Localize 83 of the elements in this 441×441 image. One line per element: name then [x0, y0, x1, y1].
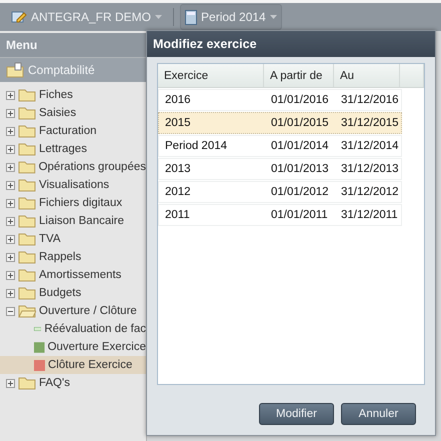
- table-cell-text: 01/01/2016: [270, 93, 330, 108]
- folder-icon: [18, 178, 36, 192]
- tree-item[interactable]: FAQ's: [0, 374, 146, 392]
- folder-icon: [18, 142, 36, 156]
- expand-icon[interactable]: [6, 198, 15, 208]
- tree-item[interactable]: Liaison Bancaire: [0, 212, 146, 230]
- folder-icon: [18, 196, 36, 210]
- expand-icon[interactable]: [6, 270, 15, 280]
- expand-icon[interactable]: [6, 90, 15, 100]
- table-cell-text: 2011: [164, 208, 191, 223]
- tree-item[interactable]: Ouverture / Clôture: [0, 302, 146, 320]
- caret-icon: [270, 15, 277, 19]
- table-cell-text: 2013: [164, 162, 192, 177]
- section-label: Comptabilité: [28, 63, 95, 77]
- modify-button[interactable]: Modifier: [259, 403, 334, 425]
- table-row[interactable]: 2012 01/01/2012 31/12/2012: [158, 181, 402, 203]
- column-header[interactable]: Au: [334, 64, 400, 87]
- table-row[interactable]: 2016 01/01/2016 31/12/2016: [158, 89, 402, 111]
- tree-item[interactable]: Saisies: [0, 104, 146, 122]
- table-row[interactable]: 2011 01/01/2011 31/12/2011: [158, 204, 402, 226]
- table-cell-text: 01/01/2015: [270, 116, 330, 131]
- table-cell-text: 31/12/2012: [340, 185, 400, 200]
- tree-item[interactable]: Rappels: [0, 248, 146, 266]
- table-cell-text: 31/12/2016: [340, 93, 400, 108]
- tree-item[interactable]: Budgets: [0, 284, 146, 302]
- folder-icon: [18, 268, 36, 282]
- table-cell-text: 2016: [164, 93, 192, 108]
- folder-document-icon: [6, 62, 24, 78]
- expand-icon[interactable]: [6, 108, 15, 118]
- expand-icon[interactable]: [6, 126, 15, 136]
- book-icon: [185, 10, 198, 24]
- folder-icon: [18, 232, 36, 246]
- tree-leaf[interactable]: Réévaluation de fac: [0, 320, 146, 338]
- folder-icon: [18, 124, 36, 138]
- expand-icon[interactable]: [6, 162, 15, 172]
- folder-icon: [18, 286, 36, 300]
- tree-leaf[interactable]: Clôture Exercice: [0, 356, 146, 374]
- edit-document-icon: [11, 10, 27, 24]
- table-cell-text: 31/12/2013: [340, 162, 400, 177]
- window-icon: [34, 324, 42, 334]
- tree-leaf[interactable]: Ouverture Exercice: [0, 338, 146, 356]
- menu-title: Menu: [0, 33, 146, 58]
- folder-icon: [18, 160, 36, 174]
- column-header[interactable]: A partir de: [264, 64, 334, 87]
- caret-icon: [155, 15, 162, 19]
- table-cell-text: 01/01/2014: [270, 139, 330, 154]
- expand-icon[interactable]: [6, 252, 15, 262]
- tree-item[interactable]: Facturation: [0, 122, 146, 140]
- table-cell-text: 01/01/2012: [270, 185, 330, 200]
- table-cell-text: Period 2014: [164, 139, 228, 154]
- expand-icon[interactable]: [6, 180, 15, 190]
- table-cell-text: 31/12/2014: [340, 139, 400, 154]
- table-cell-text: 01/01/2011: [270, 208, 329, 223]
- table-cell-text: 2015: [164, 116, 192, 131]
- table-cell-text: 31/12/2011: [340, 208, 399, 223]
- tree-item[interactable]: Lettrages: [0, 140, 146, 158]
- tree-item[interactable]: Amortissements: [0, 266, 146, 284]
- dialog-title: Modifiez exercice: [147, 31, 435, 57]
- tree-item[interactable]: Visualisations: [0, 176, 146, 194]
- table-row[interactable]: 2013 01/01/2013 31/12/2013: [158, 158, 402, 180]
- expand-icon[interactable]: [6, 288, 15, 298]
- folder-icon: [18, 250, 36, 264]
- tree-item[interactable]: Fichiers digitaux: [0, 194, 146, 212]
- folder-icon: [18, 88, 36, 102]
- table-cell-text: 01/01/2013: [270, 162, 330, 177]
- column-header[interactable]: Exercice: [158, 64, 264, 87]
- expand-icon[interactable]: [6, 144, 15, 154]
- tree-item[interactable]: Fiches: [0, 86, 146, 104]
- table-row[interactable]: Period 2014 01/01/2014 31/12/2014: [158, 135, 402, 157]
- folder-icon: [18, 106, 36, 120]
- expand-icon[interactable]: [6, 234, 15, 244]
- table-cell-text: 2012: [164, 185, 192, 200]
- open-folder-icon: [18, 304, 36, 318]
- table-row[interactable]: 2015 01/01/2015 31/12/2015: [158, 112, 402, 134]
- collapse-icon[interactable]: [6, 306, 15, 316]
- expand-icon[interactable]: [6, 216, 15, 226]
- tree-item[interactable]: Opérations groupées: [0, 158, 146, 176]
- tree-item[interactable]: TVA: [0, 230, 146, 248]
- folder-icon: [18, 214, 36, 228]
- table-cell-text: 31/12/2015: [340, 116, 400, 131]
- expand-icon[interactable]: [6, 378, 15, 388]
- cancel-button[interactable]: Annuler: [341, 403, 416, 425]
- folder-icon: [18, 376, 36, 390]
